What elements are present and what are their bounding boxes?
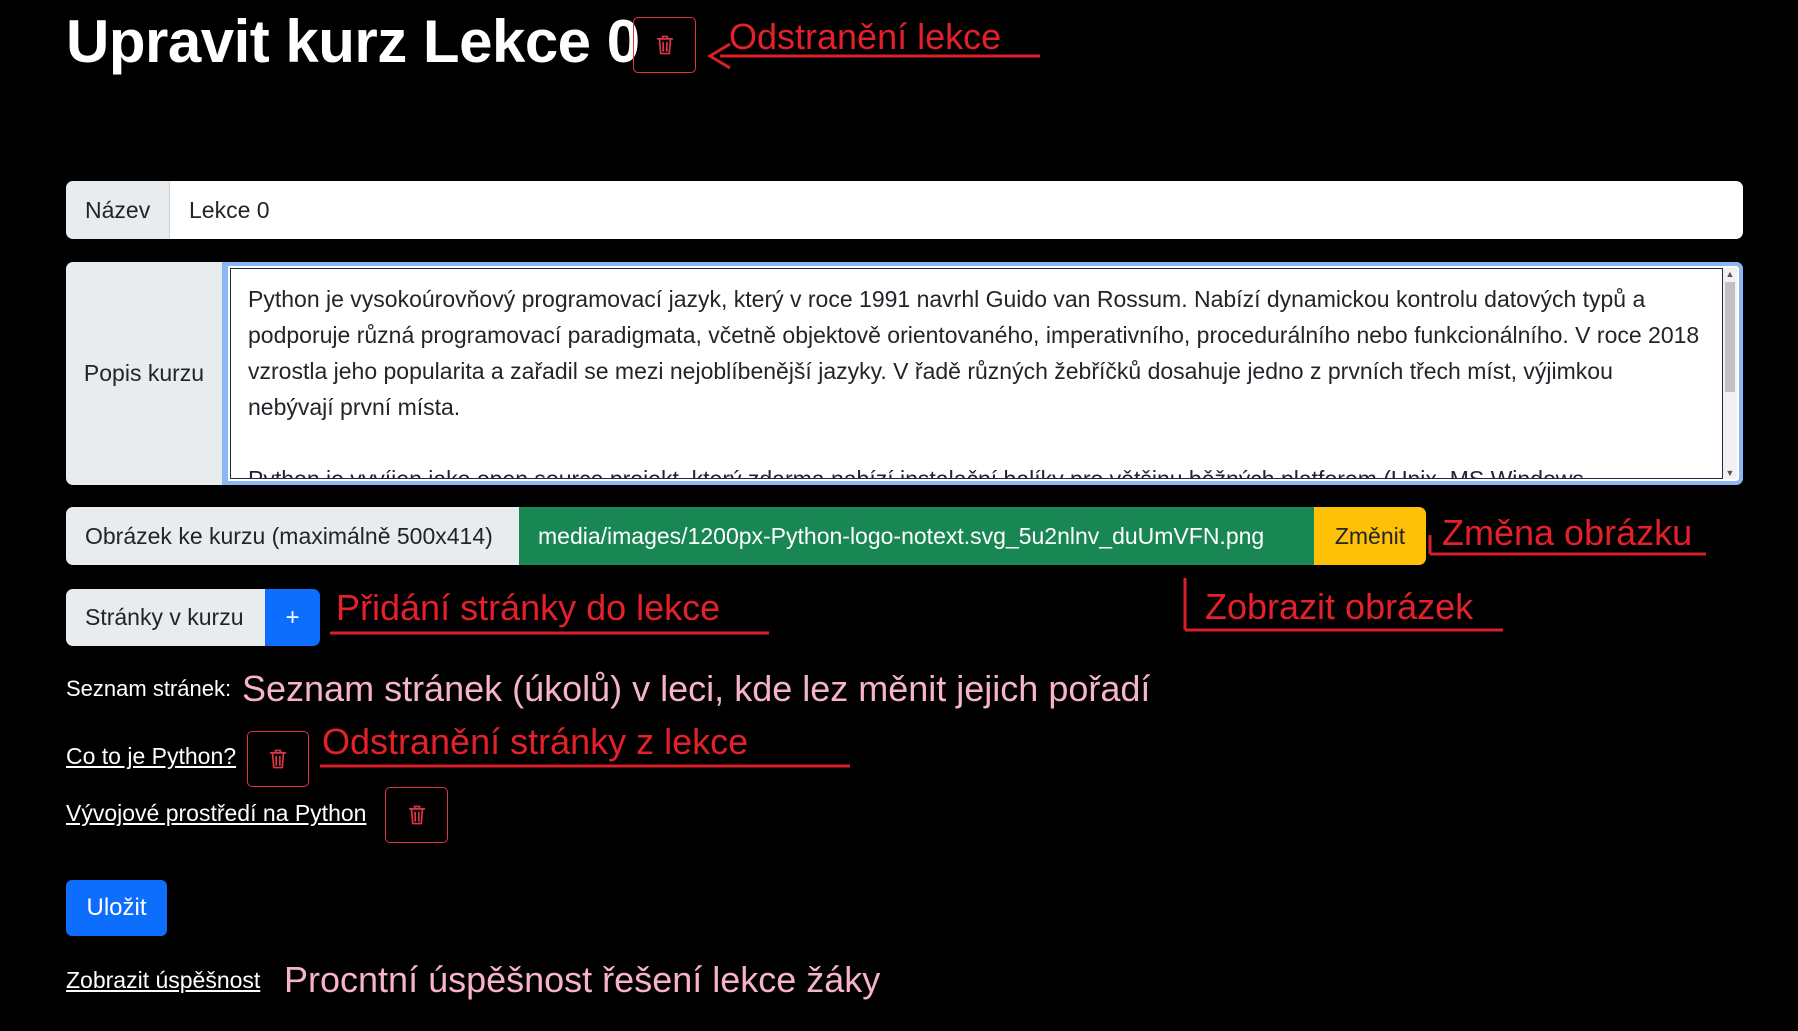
- description-field-group: Popis kurzu Python je vysokoúrovňový pro…: [66, 262, 1743, 485]
- trash-icon: [268, 748, 288, 770]
- trash-icon: [407, 804, 427, 826]
- image-file-link[interactable]: media/images/1200px-Python-logo-notext.s…: [519, 507, 1314, 565]
- pages-field-group: Stránky v kurzu +: [66, 589, 320, 646]
- delete-lesson-button[interactable]: [633, 17, 696, 73]
- image-field-group: Obrázek ke kurzu (maximálně 500x414) med…: [66, 507, 1426, 565]
- name-field-group: Název Lekce 0: [66, 181, 1743, 239]
- annotation-delete-page: Odstranění stránky z lekce: [322, 721, 749, 762]
- page-link-1[interactable]: Co to je Python?: [66, 743, 236, 770]
- image-label: Obrázek ke kurzu (maximálně 500x414): [66, 507, 519, 565]
- scroll-down-icon[interactable]: ▼: [1723, 467, 1737, 479]
- plus-icon: +: [285, 603, 300, 631]
- description-text: Python je vysokoúrovňový programovací ja…: [248, 286, 1700, 479]
- annotation-add-page: Přidání stránky do lekce: [336, 587, 721, 628]
- pages-label: Stránky v kurzu: [66, 589, 265, 646]
- page-link-2[interactable]: Vývojové prostředí na Python: [66, 800, 366, 827]
- description-textarea[interactable]: Python je vysokoúrovňový programovací ja…: [222, 262, 1743, 485]
- annotation-show-image: Zobrazit obrázek: [1205, 586, 1474, 627]
- name-input[interactable]: Lekce 0: [170, 181, 1743, 239]
- pages-list-label: Seznam stránek:: [66, 676, 232, 701]
- save-button[interactable]: Uložit: [66, 880, 167, 936]
- name-label: Název: [66, 181, 170, 239]
- trash-icon: [655, 34, 675, 56]
- delete-page-button-2[interactable]: [385, 787, 448, 843]
- add-page-button[interactable]: +: [265, 589, 320, 646]
- delete-page-button-1[interactable]: [247, 731, 309, 787]
- annotation-pages-list: Seznam stránek (úkolů) v leci, kde lez m…: [242, 668, 1151, 709]
- description-label: Popis kurzu: [83, 360, 205, 386]
- scroll-up-icon[interactable]: ▲: [1723, 268, 1737, 280]
- change-image-button[interactable]: Změnit: [1314, 507, 1426, 565]
- description-scrollbar[interactable]: ▲ ▼: [1723, 268, 1737, 479]
- page-title: Upravit kurz Lekce 0: [66, 8, 640, 75]
- scrollbar-thumb[interactable]: [1725, 282, 1735, 392]
- show-success-link[interactable]: Zobrazit úspěšnost: [66, 967, 260, 994]
- annotation-delete-lesson: Odstranění lekce: [729, 16, 1002, 57]
- annotation-success: Procntní úspěšnost řešení lekce žáky: [284, 959, 881, 1000]
- annotation-change-image: Změna obrázku: [1442, 512, 1693, 553]
